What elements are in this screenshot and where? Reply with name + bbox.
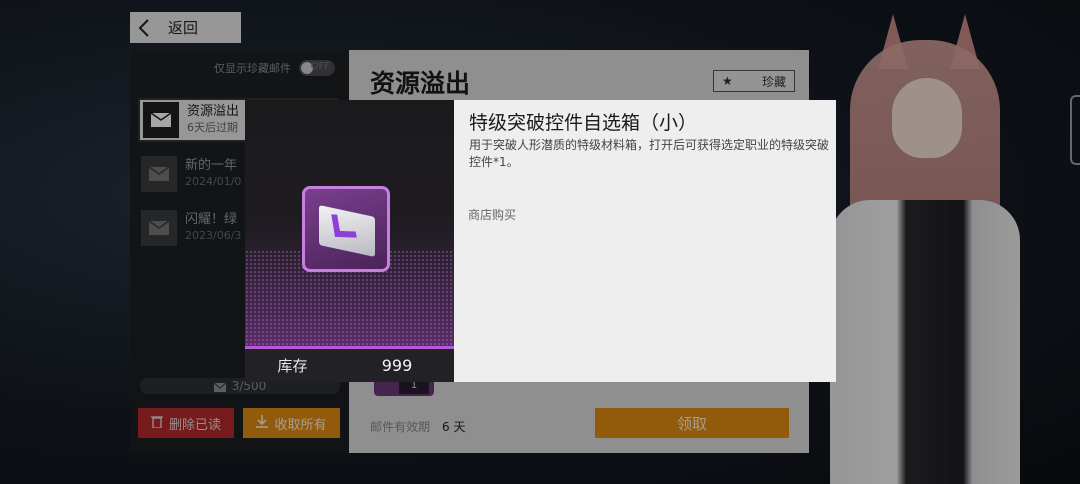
stock-row: 库存 999: [245, 346, 454, 382]
item-info-panel: 特级突破控件自选箱（小） 用于突破人形潜质的特级材料箱，打开后可获得选定职业的特…: [454, 100, 836, 382]
item-preview-panel: 库存 999: [245, 100, 454, 382]
item-icon-frame: [302, 186, 390, 272]
chevron-emblem-icon: [331, 214, 357, 238]
item-description: 用于突破人形潜质的特级材料箱，打开后可获得选定职业的特级突破控件*1。: [469, 138, 830, 169]
stock-value: 999: [381, 356, 413, 375]
stock-label: 库存: [277, 357, 308, 375]
item-name: 特级突破控件自选箱（小）: [469, 112, 698, 134]
item-source[interactable]: 商店购买: [468, 206, 516, 223]
